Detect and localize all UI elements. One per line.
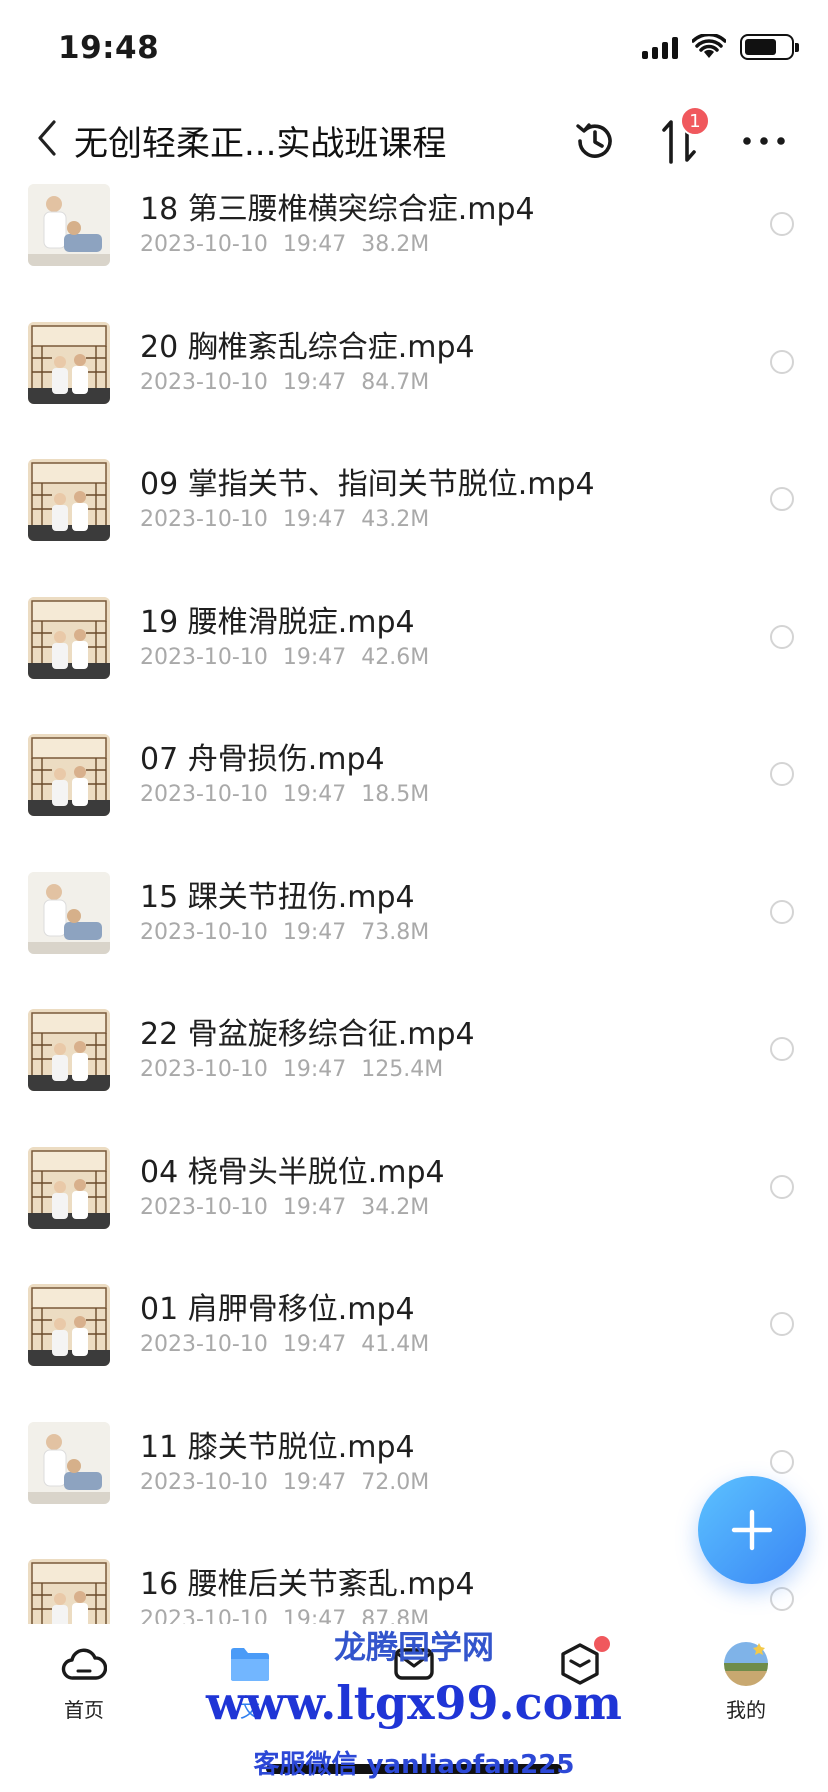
video-thumbnail bbox=[28, 734, 110, 816]
file-meta: 2023-10-10 19:47 34.2M bbox=[140, 1195, 429, 1220]
nav-bar: 无创轻柔正...实战班课程 1 bbox=[0, 100, 828, 184]
select-checkbox[interactable] bbox=[770, 212, 794, 236]
file-date: 2023-10-10 19:47 bbox=[140, 1469, 347, 1495]
file-date: 2023-10-10 19:47 bbox=[140, 1332, 347, 1357]
cellular-signal-icon bbox=[642, 35, 678, 59]
more-icon bbox=[743, 137, 785, 145]
file-meta: 2023-10-10 19:47 18.5M bbox=[140, 782, 429, 807]
file-name: 19 腰椎滑脱症.mp4 bbox=[140, 604, 415, 640]
file-size: 72.0M bbox=[361, 1469, 430, 1495]
file-meta: 2023-10-10 19:47 43.2M bbox=[140, 507, 429, 532]
file-row[interactable]: 19 腰椎滑脱症.mp4 2023-10-10 19:47 42.6M bbox=[0, 575, 828, 713]
status-icons bbox=[642, 34, 799, 60]
file-list[interactable]: 18 第三腰椎横突综合症.mp4 2023-10-10 19:47 38.2M 20… bbox=[0, 184, 828, 1624]
select-checkbox[interactable] bbox=[770, 899, 794, 924]
file-date: 2023-10-10 19:47 bbox=[140, 1057, 347, 1082]
file-date: 2023-10-10 19:47 bbox=[140, 1194, 347, 1220]
file-name: 07 舟骨损伤.mp4 bbox=[140, 742, 385, 777]
video-thumbnail bbox=[28, 1009, 110, 1091]
video-thumbnail bbox=[28, 184, 110, 266]
video-thumbnail bbox=[28, 871, 110, 954]
file-name: 04 桡骨头半脱位.mp4 bbox=[140, 1154, 445, 1190]
file-meta: 2023-10-10 19:47 41.4M bbox=[140, 1332, 429, 1357]
select-checkbox[interactable] bbox=[770, 624, 794, 649]
wifi-icon bbox=[692, 34, 726, 58]
chevron-left-icon bbox=[38, 120, 56, 156]
file-size: 34.2M bbox=[361, 1194, 430, 1220]
file-row[interactable]: 18 第三腰椎横突综合症.mp4 2023-10-10 19:47 38.2M bbox=[0, 184, 828, 300]
file-size: 18.5M bbox=[361, 782, 430, 807]
file-meta: 2023-10-10 19:47 84.7M bbox=[140, 370, 429, 395]
file-row[interactable]: 22 骨盆旋移综合征.mp4 2023-10-10 19:47 125.4M bbox=[0, 987, 828, 1125]
file-size: 38.2M bbox=[361, 232, 430, 257]
file-name: 15 踝关节扭伤.mp4 bbox=[140, 879, 415, 915]
file-size: 43.2M bbox=[361, 507, 430, 532]
file-date: 2023-10-10 19:47 bbox=[140, 644, 347, 670]
file-meta: 2023-10-10 19:47 38.2M bbox=[140, 232, 429, 257]
more-button[interactable] bbox=[736, 116, 792, 166]
file-row[interactable]: 09 掌指关节、指间关节脱位.mp4 2023-10-10 19:47 43.2M bbox=[0, 437, 828, 575]
video-thumbnail bbox=[28, 321, 110, 404]
file-name: 16 腰椎后关节紊乱.mp4 bbox=[140, 1567, 475, 1602]
watermark-contact: 客服微信 yanliaofan225 bbox=[253, 1750, 575, 1780]
watermark-site-name: 龙腾国学网 bbox=[333, 1628, 494, 1666]
select-checkbox[interactable] bbox=[770, 487, 794, 511]
file-meta: 2023-10-10 19:47 42.6M bbox=[140, 645, 429, 670]
select-checkbox[interactable] bbox=[770, 762, 794, 786]
history-icon bbox=[576, 123, 612, 158]
watermark-url: www.ltgx99.com bbox=[206, 1676, 622, 1730]
select-checkbox[interactable] bbox=[770, 1587, 794, 1611]
select-checkbox[interactable] bbox=[770, 1312, 794, 1336]
select-checkbox[interactable] bbox=[770, 1174, 794, 1199]
file-name: 01 肩胛骨移位.mp4 bbox=[140, 1292, 415, 1327]
file-row[interactable]: 15 踝关节扭伤.mp4 2023-10-10 19:47 73.8M bbox=[0, 850, 828, 988]
select-checkbox[interactable] bbox=[770, 1449, 794, 1474]
file-meta: 2023-10-10 19:47 73.8M bbox=[140, 920, 429, 945]
file-date: 2023-10-10 19:47 bbox=[140, 369, 347, 395]
file-date: 2023-10-10 19:47 bbox=[140, 919, 347, 945]
file-row[interactable]: 01 肩胛骨移位.mp4 2023-10-10 19:47 41.4M bbox=[0, 1262, 828, 1400]
file-name: 11 膝关节脱位.mp4 bbox=[140, 1429, 415, 1465]
plus-icon bbox=[731, 1509, 773, 1551]
file-name: 20 胸椎紊乱综合症.mp4 bbox=[140, 329, 475, 365]
file-date: 2023-10-10 19:47 bbox=[140, 232, 347, 257]
transfer-badge: 1 bbox=[680, 106, 710, 136]
status-bar: 19:48 bbox=[0, 0, 828, 100]
file-date: 2023-10-10 19:47 bbox=[140, 782, 347, 807]
select-checkbox[interactable] bbox=[770, 1037, 794, 1061]
battery-icon bbox=[740, 34, 799, 60]
status-time: 19:48 bbox=[58, 30, 160, 66]
file-size: 42.6M bbox=[361, 644, 430, 670]
file-size: 84.7M bbox=[361, 369, 430, 395]
video-thumbnail bbox=[28, 459, 110, 541]
file-size: 125.4M bbox=[361, 1057, 444, 1082]
file-date: 2023-10-10 19:47 bbox=[140, 507, 347, 532]
file-name: 22 骨盆旋移综合征.mp4 bbox=[140, 1017, 475, 1052]
video-thumbnail bbox=[28, 1146, 110, 1229]
back-button[interactable] bbox=[22, 110, 72, 166]
video-thumbnail bbox=[28, 1559, 110, 1624]
history-button[interactable] bbox=[568, 114, 622, 168]
select-checkbox[interactable] bbox=[770, 349, 794, 374]
file-size: 73.8M bbox=[361, 919, 430, 945]
file-size: 41.4M bbox=[361, 1332, 430, 1357]
file-meta: 2023-10-10 19:47 125.4M bbox=[140, 1057, 443, 1082]
file-row[interactable]: 20 胸椎紊乱综合症.mp4 2023-10-10 19:47 84.7M bbox=[0, 300, 828, 438]
file-name: 18 第三腰椎横突综合症.mp4 bbox=[140, 192, 535, 227]
add-button[interactable] bbox=[698, 1476, 806, 1584]
page-title: 无创轻柔正...实战班课程 bbox=[74, 124, 447, 164]
file-row[interactable]: 04 桡骨头半脱位.mp4 2023-10-10 19:47 34.2M bbox=[0, 1125, 828, 1263]
file-row[interactable]: 07 舟骨损伤.mp4 2023-10-10 19:47 18.5M bbox=[0, 712, 828, 850]
video-thumbnail bbox=[28, 1421, 110, 1504]
video-thumbnail bbox=[28, 1284, 110, 1366]
video-thumbnail bbox=[28, 596, 110, 679]
file-name: 09 掌指关节、指间关节脱位.mp4 bbox=[140, 467, 595, 502]
file-meta: 2023-10-10 19:47 72.0M bbox=[140, 1470, 429, 1495]
